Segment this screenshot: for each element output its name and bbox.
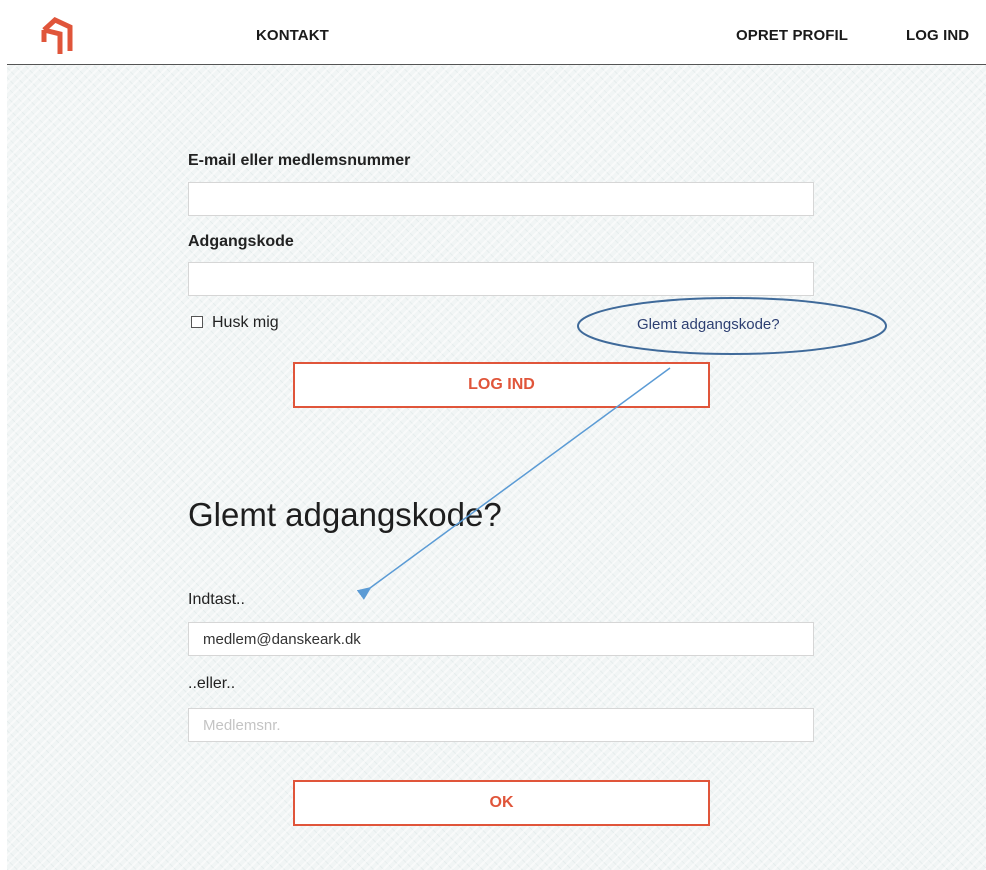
- nav-link-kontakt[interactable]: KONTAKT: [256, 27, 329, 44]
- member-number-field[interactable]: [188, 708, 814, 742]
- forgot-email-field[interactable]: [188, 622, 814, 656]
- nav-link-create-profile[interactable]: OPRET PROFIL: [736, 27, 848, 44]
- or-label: ..eller..: [188, 675, 236, 692]
- password-label: Adgangskode: [188, 233, 294, 250]
- remember-me-checkbox[interactable]: [191, 316, 203, 328]
- email-field[interactable]: [188, 182, 814, 216]
- page: KONTAKT OPRET PROFIL LOG IND E-mail elle…: [0, 0, 986, 870]
- login-button[interactable]: LOG IND: [293, 362, 710, 408]
- ok-button[interactable]: OK: [293, 780, 710, 826]
- remember-me-label: Husk mig: [212, 314, 279, 331]
- email-label: E-mail eller medlemsnummer: [188, 152, 411, 169]
- nav-link-login[interactable]: LOG IND: [906, 27, 969, 44]
- enter-label: Indtast..: [188, 591, 245, 608]
- brand-logo-icon[interactable]: [38, 14, 74, 54]
- password-field[interactable]: [188, 262, 814, 296]
- forgot-password-link[interactable]: Glemt adgangskode?: [637, 316, 780, 333]
- forgot-password-title: Glemt adgangskode?: [188, 496, 502, 533]
